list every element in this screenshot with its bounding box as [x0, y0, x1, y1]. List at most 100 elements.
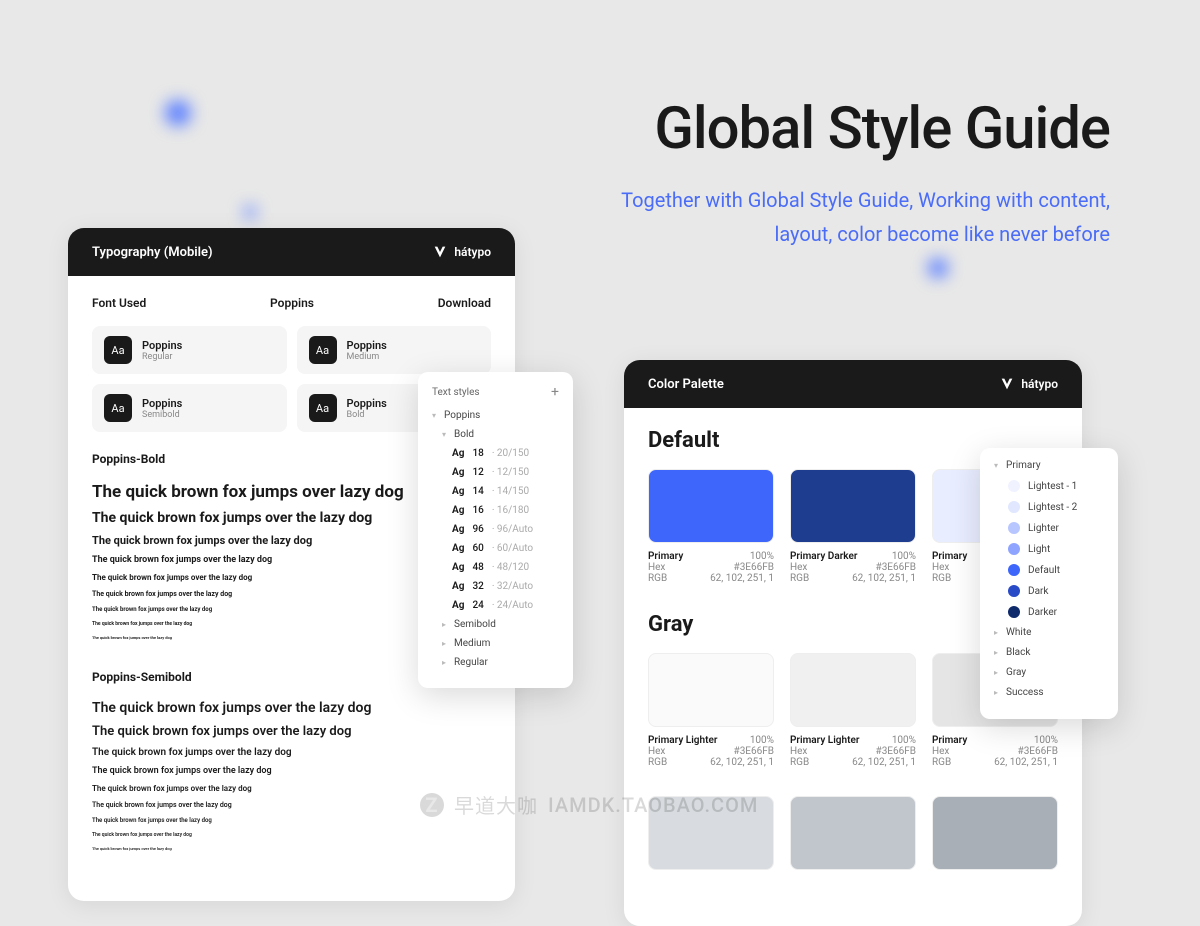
- text-style-entry[interactable]: Ag60· 60/Auto: [432, 543, 559, 554]
- decorative-dot: [165, 100, 191, 126]
- tree-item[interactable]: ▸Medium: [432, 638, 559, 649]
- tree-item[interactable]: ▸Gray: [994, 667, 1104, 678]
- swatch-pct: 100%: [892, 551, 916, 562]
- swatch-pct: 100%: [892, 735, 916, 746]
- swatch-color: [932, 796, 1058, 870]
- ag-icon: Ag: [452, 524, 464, 535]
- text-style-entry[interactable]: Ag32· 32/Auto: [432, 581, 559, 592]
- swatch-name: Primary Lighter: [648, 735, 717, 746]
- swatch-name: Primary: [648, 551, 683, 562]
- card-header: Typography (Mobile) hátypo: [68, 228, 515, 276]
- color-swatch[interactable]: Primary100% Hex#3E66FB RGB62, 102, 251, …: [648, 469, 774, 584]
- swatch-hex: #3E66FB: [876, 562, 916, 573]
- text-style-entry[interactable]: Ag12· 12/150: [432, 467, 559, 478]
- logo-icon: [432, 244, 448, 260]
- sample-line: The quick brown fox jumps over the lazy …: [92, 846, 491, 851]
- swatch-hex: #3E66FB: [734, 746, 774, 757]
- swatch-rgb: 62, 102, 251, 1: [710, 757, 774, 768]
- tree-item[interactable]: ▸Semibold: [432, 619, 559, 630]
- ag-icon: Ag: [452, 543, 464, 554]
- card-header: Color Palette hátypo: [624, 360, 1082, 408]
- add-icon[interactable]: +: [551, 384, 559, 400]
- sample-line: The quick brown fox jumps over the lazy …: [92, 766, 491, 776]
- text-style-entry[interactable]: Ag48· 48/120: [432, 562, 559, 573]
- tree-item[interactable]: ▾Poppins: [432, 410, 559, 421]
- color-swatch[interactable]: Primary Lighter100% Hex#3E66FB RGB62, 10…: [648, 653, 774, 768]
- font-weight: Semibold: [142, 410, 182, 420]
- font-name: Poppins: [347, 339, 387, 352]
- font-name: Poppins: [142, 339, 182, 352]
- tree-item[interactable]: ▾Bold: [432, 429, 559, 440]
- color-dot-icon: [1008, 564, 1020, 576]
- swatch-color: [790, 653, 916, 727]
- watermark: Z 早道大咖 IAMDK.TAOBAO.COM: [420, 790, 758, 819]
- swatch-label: RGB: [790, 757, 809, 768]
- color-swatch[interactable]: [790, 796, 916, 878]
- ag-icon: Ag: [452, 505, 464, 516]
- tree-item[interactable]: ▾Primary: [994, 460, 1104, 471]
- text-style-entry[interactable]: Ag24· 24/Auto: [432, 600, 559, 611]
- tree-item[interactable]: ▸Black: [994, 647, 1104, 658]
- font-weight: Medium: [347, 352, 387, 362]
- color-dot-icon: [1008, 585, 1020, 597]
- swatch-label: RGB: [648, 573, 667, 584]
- chevron-right-icon: ▸: [994, 668, 998, 677]
- color-dot-icon: [1008, 501, 1020, 513]
- font-chip[interactable]: AaPoppinsSemibold: [92, 384, 287, 432]
- swatch-rgb: 62, 102, 251, 1: [852, 757, 916, 768]
- swatch-label: Hex: [932, 562, 949, 573]
- watermark-icon: Z: [420, 793, 444, 817]
- ag-icon: Ag: [452, 581, 464, 592]
- text-style-entry[interactable]: Ag96· 96/Auto: [432, 524, 559, 535]
- swatch-label: RGB: [790, 573, 809, 584]
- swatch-pct: 100%: [1034, 735, 1058, 746]
- color-shade-item[interactable]: Lighter: [994, 522, 1104, 534]
- column-headers: Font Used Poppins Download: [92, 296, 491, 310]
- tree-item[interactable]: ▸Success: [994, 687, 1104, 698]
- swatch-label: RGB: [648, 757, 667, 768]
- ag-icon: Ag: [452, 486, 464, 497]
- chevron-down-icon: ▾: [442, 430, 446, 439]
- decorative-dot: [928, 258, 948, 278]
- color-dot-icon: [1008, 522, 1020, 534]
- swatch-label: RGB: [932, 757, 951, 768]
- swatch-label: Hex: [790, 562, 807, 573]
- tree-item[interactable]: ▸Regular: [432, 657, 559, 668]
- text-styles-popup: Text styles + ▾Poppins ▾Bold Ag18· 20/15…: [418, 372, 573, 688]
- font-name: Poppins: [347, 397, 387, 410]
- swatch-name: Primary Darker: [790, 551, 857, 562]
- font-chip[interactable]: AaPoppinsMedium: [297, 326, 492, 374]
- text-style-entry[interactable]: Ag16· 16/180: [432, 505, 559, 516]
- decorative-dot: [244, 206, 256, 218]
- swatch-color: [790, 796, 916, 870]
- brand-logo: hátypo: [432, 244, 491, 260]
- chevron-right-icon: ▸: [442, 639, 446, 648]
- color-swatch[interactable]: [932, 796, 1058, 878]
- swatch-hex: #3E66FB: [876, 746, 916, 757]
- color-swatch[interactable]: Primary Darker 100% Hex #3E66FB RGB 62, 102…: [790, 469, 916, 584]
- aa-icon: Aa: [309, 394, 337, 422]
- tree-item[interactable]: ▸White: [994, 627, 1104, 638]
- color-dot-icon: [1008, 480, 1020, 492]
- text-style-entry[interactable]: Ag14· 14/150: [432, 486, 559, 497]
- hero-title: Global Style Guide: [621, 95, 1110, 163]
- sample-line: The quick brown fox jumps over the lazy …: [92, 724, 491, 739]
- swatch-hex: #3E66FB: [734, 562, 774, 573]
- swatch-color: [790, 469, 916, 543]
- brand-logo: hátypo: [999, 376, 1058, 392]
- chevron-right-icon: ▸: [994, 648, 998, 657]
- color-shade-item[interactable]: Lightest - 1: [994, 480, 1104, 492]
- swatch-rgb: 62, 102, 251, 1: [852, 573, 916, 584]
- text-style-entry[interactable]: Ag18· 20/150: [432, 448, 559, 459]
- sample-line: The quick brown fox jumps over the lazy …: [92, 700, 491, 716]
- chevron-down-icon: ▾: [994, 461, 998, 470]
- font-weight: Regular: [142, 352, 182, 362]
- font-chip[interactable]: AaPoppinsRegular: [92, 326, 287, 374]
- color-shade-item[interactable]: Dark: [994, 585, 1104, 597]
- color-shade-item[interactable]: Light: [994, 543, 1104, 555]
- color-shade-item[interactable]: Darker: [994, 606, 1104, 618]
- color-shade-item[interactable]: Default: [994, 564, 1104, 576]
- color-shade-item[interactable]: Lightest - 2: [994, 501, 1104, 513]
- swatch-rgb: 62, 102, 251, 1: [710, 573, 774, 584]
- color-swatch[interactable]: Primary Lighter100% Hex#3E66FB RGB62, 10…: [790, 653, 916, 768]
